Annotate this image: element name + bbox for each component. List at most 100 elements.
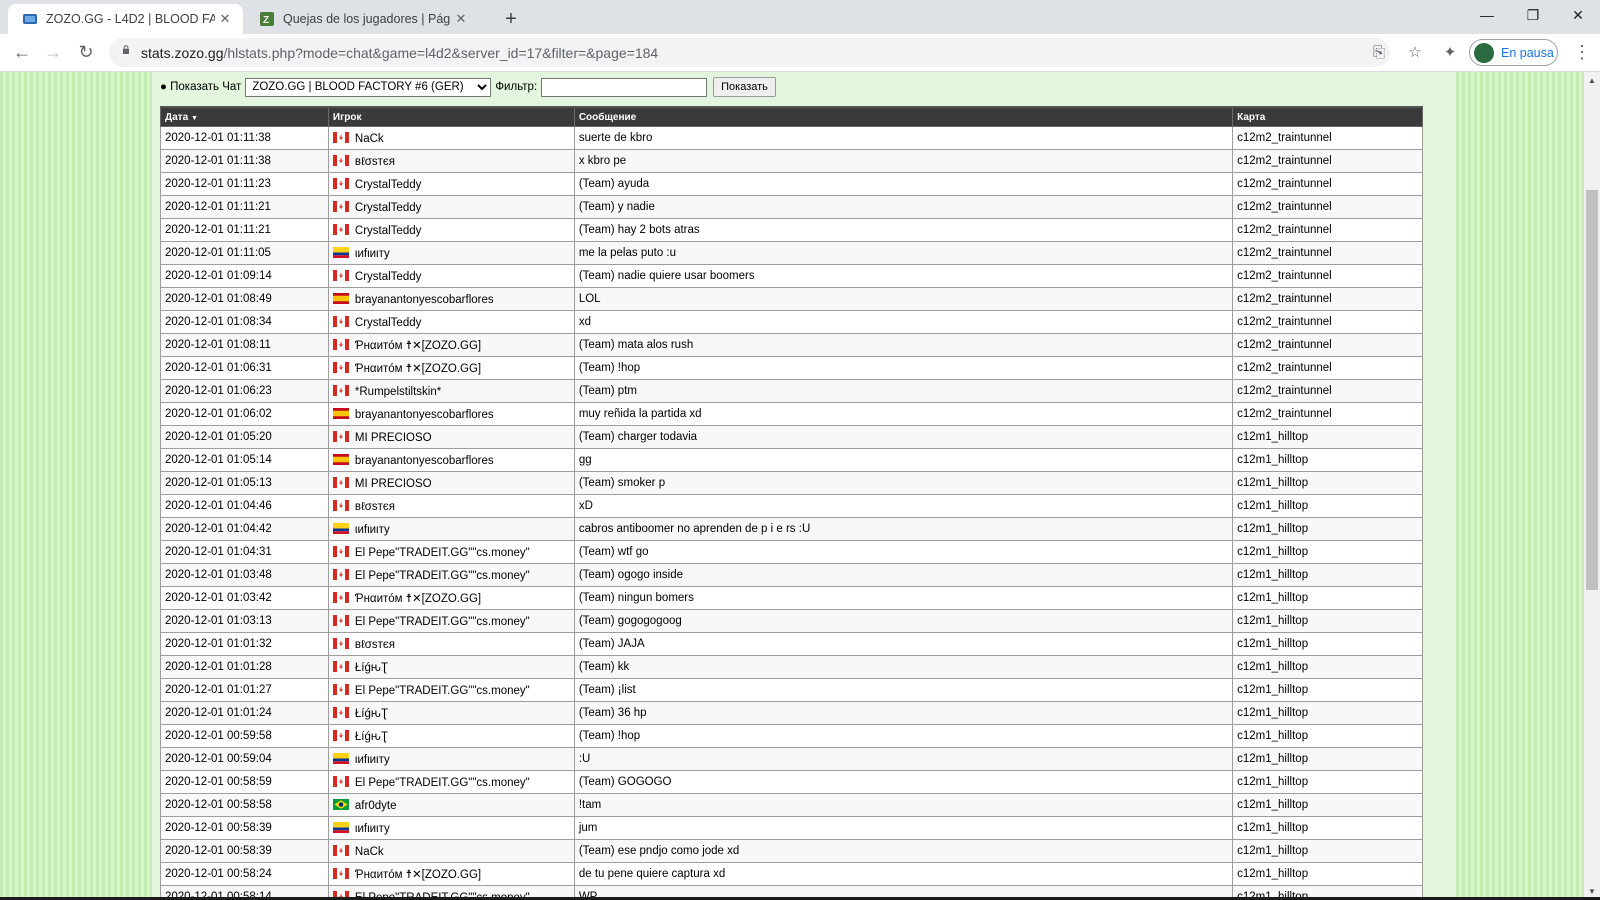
maximize-button[interactable]: ❐ xyxy=(1510,0,1556,30)
player-name[interactable]: Ƥнαитóм ☨✕[ZOZO.GG] xyxy=(355,593,481,605)
player-name[interactable]: El Pepe"TRADEIT.GG""cs.money" xyxy=(355,777,530,789)
browser-tab-active[interactable]: ZOZO.GG - L4D2 | BLOOD FACTO ✕ xyxy=(8,4,243,34)
message-cell: (Team) gogogogoog xyxy=(573,609,1234,633)
player-name[interactable]: вℓσѕтєя xyxy=(355,639,395,651)
player-name[interactable]: вℓσѕтєя xyxy=(355,156,395,168)
player-name[interactable]: NaCk xyxy=(355,133,384,145)
reload-button[interactable]: ↻ xyxy=(72,38,100,66)
extensions-icon[interactable]: ✦ xyxy=(1441,44,1459,62)
player-name[interactable]: ιиfιиιту xyxy=(355,823,390,835)
player-cell[interactable]: ŁíǵԋƮ xyxy=(327,701,575,725)
minimize-button[interactable]: — xyxy=(1464,0,1510,30)
column-header-date[interactable]: Дата ▼ xyxy=(160,106,329,127)
player-name[interactable]: El Pepe"TRADEIT.GG""cs.money" xyxy=(355,547,530,559)
player-name[interactable]: MI PRECIOSO xyxy=(355,432,432,444)
player-cell[interactable]: CrystalTeddy xyxy=(327,310,575,334)
profile-button[interactable]: En pausa xyxy=(1469,39,1558,66)
translate-icon[interactable]: ⎘ xyxy=(1370,44,1388,62)
player-name[interactable]: ιиfιиιту xyxy=(355,248,390,260)
player-cell[interactable]: Ƥнαитóм ☨✕[ZOZO.GG] xyxy=(327,356,575,380)
new-tab-button[interactable]: + xyxy=(497,5,525,33)
column-header-map[interactable]: Карта xyxy=(1232,106,1423,127)
player-cell[interactable]: NaCk xyxy=(327,839,575,863)
player-name[interactable]: CrystalTeddy xyxy=(355,179,421,191)
star-icon[interactable]: ☆ xyxy=(1406,44,1424,62)
player-cell[interactable]: Ƥнαитóм ☨✕[ZOZO.GG] xyxy=(327,586,575,610)
player-cell[interactable]: вℓσѕтєя xyxy=(327,494,575,518)
player-cell[interactable]: El Pepe"TRADEIT.GG""cs.money" xyxy=(327,540,575,564)
player-cell[interactable]: ιиfιиιту xyxy=(327,747,575,771)
player-name[interactable]: MI PRECIOSO xyxy=(355,478,432,490)
map-cell: c12m1_hilltop xyxy=(1232,632,1423,656)
table-row: 2020-12-01 01:04:42 ιиfιиιту cabros antibo… xyxy=(160,517,1423,541)
player-name[interactable]: ιиfιиιту xyxy=(355,754,390,766)
forward-button[interactable]: → xyxy=(39,38,67,66)
player-cell[interactable]: CrystalTeddy xyxy=(327,195,575,219)
player-name[interactable]: Ƥнαитóм ☨✕[ZOZO.GG] xyxy=(355,869,481,881)
player-cell[interactable]: brayanantonyescobarflores xyxy=(327,402,575,426)
player-cell[interactable]: CrystalTeddy xyxy=(327,172,575,196)
player-name[interactable]: ŁíǵԋƮ xyxy=(355,731,388,743)
player-cell[interactable]: El Pepe"TRADEIT.GG""cs.money" xyxy=(327,563,575,587)
player-name[interactable]: CrystalTeddy xyxy=(355,317,421,329)
player-cell[interactable]: ŁíǵԋƮ xyxy=(327,724,575,748)
window-close-button[interactable]: ✕ xyxy=(1555,0,1600,30)
scroll-up-icon[interactable]: ▲ xyxy=(1588,76,1596,85)
player-cell[interactable]: CrystalTeddy xyxy=(327,218,575,242)
close-icon[interactable]: ✕ xyxy=(215,11,235,27)
message-cell: LOL xyxy=(573,287,1234,311)
player-name[interactable]: brayanantonyescobarflores xyxy=(355,294,494,306)
player-cell[interactable]: Ƥнαитóм ☨✕[ZOZO.GG] xyxy=(327,862,575,886)
player-cell[interactable]: Ƥнαитóм ☨✕[ZOZO.GG] xyxy=(327,333,575,357)
column-header-player[interactable]: Игрок xyxy=(327,106,575,127)
player-cell[interactable]: El Pepe"TRADEIT.GG""cs.money" xyxy=(327,609,575,633)
scrollbar-thumb[interactable] xyxy=(1586,190,1598,590)
player-cell[interactable]: ιиfιиιту xyxy=(327,241,575,265)
player-cell[interactable]: NaCk xyxy=(327,126,575,150)
player-name[interactable]: Ƥнαитóм ☨✕[ZOZO.GG] xyxy=(355,340,481,352)
player-cell[interactable]: El Pepe"TRADEIT.GG""cs.money" xyxy=(327,770,575,794)
player-name[interactable]: вℓσѕтєя xyxy=(355,501,395,513)
back-button[interactable]: ← xyxy=(8,38,36,66)
player-name[interactable]: CrystalTeddy xyxy=(355,225,421,237)
player-cell[interactable]: MI PRECIOSO xyxy=(327,471,575,495)
player-name[interactable]: El Pepe"TRADEIT.GG""cs.money" xyxy=(355,570,530,582)
player-cell[interactable]: brayanantonyescobarflores xyxy=(327,287,575,311)
player-cell[interactable]: El Pepe"TRADEIT.GG""cs.money" xyxy=(327,678,575,702)
player-name[interactable]: *Rumpelstiltskin* xyxy=(355,386,441,398)
player-cell[interactable]: вℓσѕтєя xyxy=(327,149,575,173)
column-header-message[interactable]: Сообщение xyxy=(573,106,1234,127)
player-name[interactable]: afr0dyte xyxy=(355,800,397,812)
player-cell[interactable]: brayanantonyescobarflores xyxy=(327,448,575,472)
player-cell[interactable]: CrystalTeddy xyxy=(327,264,575,288)
map-cell: c12m1_hilltop xyxy=(1232,839,1423,863)
player-name[interactable]: NaCk xyxy=(355,846,384,858)
player-name[interactable]: ιиfιиιту xyxy=(355,524,390,536)
player-name[interactable]: brayanantonyescobarflores xyxy=(355,455,494,467)
player-cell[interactable]: вℓσѕтєя xyxy=(327,632,575,656)
message-cell: (Team) !hop xyxy=(573,724,1234,748)
browser-tab[interactable]: Z Quejas de los jugadores | Página ✕ xyxy=(245,4,479,34)
player-name[interactable]: brayanantonyescobarflores xyxy=(355,409,494,421)
player-cell[interactable]: *Rumpelstiltskin* xyxy=(327,379,575,403)
page-scrollbar[interactable]: ▲ ▼ xyxy=(1584,72,1600,900)
player-cell[interactable]: ιиfιиιту xyxy=(327,816,575,840)
player-name[interactable]: ŁíǵԋƮ xyxy=(355,662,388,674)
player-name[interactable]: CrystalTeddy xyxy=(355,271,421,283)
player-name[interactable]: El Pepe"TRADEIT.GG""cs.money" xyxy=(355,616,530,628)
more-menu-icon[interactable]: ⋮ xyxy=(1572,40,1592,64)
server-select[interactable]: ZOZO.GG | BLOOD FACTORY #6 (GER) xyxy=(245,77,492,97)
player-name[interactable]: CrystalTeddy xyxy=(355,202,421,214)
filter-input[interactable] xyxy=(541,77,708,97)
player-cell[interactable]: afr0dyte xyxy=(327,793,575,817)
show-button[interactable]: Показать xyxy=(713,77,776,97)
player-name[interactable]: Ƥнαитóм ☨✕[ZOZO.GG] xyxy=(355,363,481,375)
address-bar[interactable]: stats.zozo.gg/hlstats.php?mode=chat&game… xyxy=(109,38,1422,67)
player-cell[interactable]: ιиfιиιту xyxy=(327,517,575,541)
player-name[interactable]: ŁíǵԋƮ xyxy=(355,708,388,720)
scroll-down-icon[interactable]: ▼ xyxy=(1588,887,1596,896)
player-cell[interactable]: ŁíǵԋƮ xyxy=(327,655,575,679)
player-cell[interactable]: MI PRECIOSO xyxy=(327,425,575,449)
player-name[interactable]: El Pepe"TRADEIT.GG""cs.money" xyxy=(355,685,530,697)
close-icon[interactable]: ✕ xyxy=(451,11,471,27)
